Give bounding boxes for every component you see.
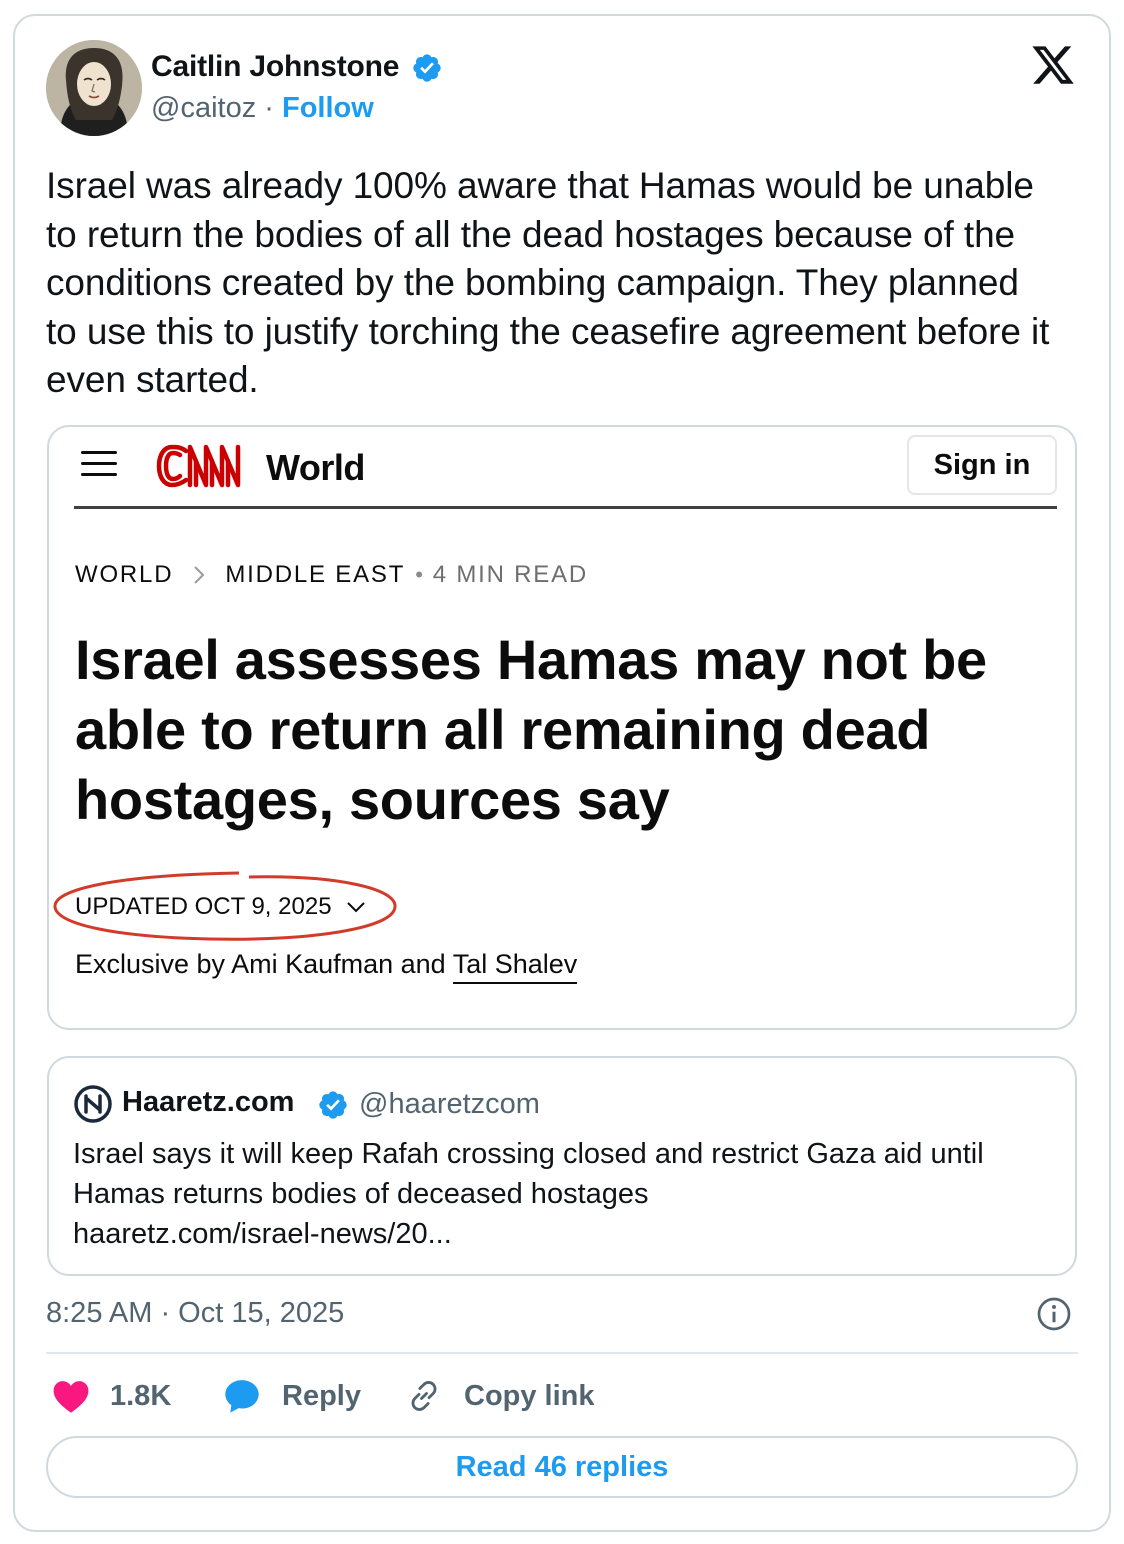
cnn-section-title: World [266, 447, 365, 488]
reply-bubble-icon [225, 1380, 259, 1413]
verified-badge-icon [319, 1091, 347, 1119]
chevron-right-icon [194, 566, 205, 584]
quoted-tweet-text: Israel says it will keep Rafah crossing … [73, 1134, 1053, 1254]
hamburger-menu-icon [81, 449, 119, 479]
quoted-tweet[interactable]: Haaretz.com @haaretzcom Israel says it w… [47, 1056, 1077, 1276]
author-handle[interactable]: @caitoz [151, 92, 256, 124]
verified-badge-icon [413, 54, 441, 82]
read-replies-button[interactable]: Read 46 replies [46, 1436, 1078, 1498]
tweet-timestamp[interactable]: 8:25 AM · Oct 15, 2025 [46, 1297, 344, 1330]
like-button[interactable]: 1.8K [52, 1372, 171, 1420]
quoted-text-line: Hamas returns bodies of deceased hostage… [73, 1178, 649, 1210]
sign-in-button: Sign in [907, 435, 1057, 495]
breadcrumb: WORLD MIDDLE EAST • 4 MIN READ [75, 561, 588, 589]
byline-author-link: Tal Shalev [452, 949, 578, 984]
quoted-text-line: Israel says it will keep Rafah crossing … [73, 1138, 984, 1170]
actions-divider [46, 1352, 1078, 1354]
heart-icon [53, 1381, 89, 1413]
tweet-actions: 1.8K Reply Copy link [46, 1372, 746, 1420]
chevron-down-icon [346, 902, 365, 913]
copy-link-button[interactable]: Copy link [404, 1372, 595, 1420]
updated-label: UPDATED OCT 9, 2025 [75, 893, 332, 920]
follow-button[interactable]: Follow [282, 92, 374, 124]
read-time: 4 MIN READ [432, 561, 589, 588]
haaretz-logo-icon [74, 1085, 112, 1123]
reply-button[interactable]: Reply [222, 1372, 361, 1420]
reply-label: Reply [282, 1379, 361, 1412]
breadcrumb-world: WORLD [75, 561, 174, 588]
quoted-author-name: Haaretz.com [122, 1086, 295, 1118]
quoted-author-handle: @haaretzcom [359, 1088, 540, 1120]
x-logo-icon[interactable] [1030, 42, 1076, 88]
author-handle-row: @caitoz · Follow [151, 92, 374, 125]
byline-prefix: Exclusive by Ami Kaufman and [75, 949, 453, 979]
article-headline: Israel assesses Hamas may not be able to… [75, 628, 987, 831]
breadcrumb-dot: • [415, 562, 425, 587]
embedded-article-image[interactable]: World Sign in WORLD MIDDLE EAST • 4 MIN … [47, 425, 1077, 1030]
updated-date: UPDATED OCT 9, 2025 [75, 893, 366, 921]
author-name[interactable]: Caitlin Johnstone [151, 50, 399, 84]
handle-separator: · [264, 92, 274, 124]
copy-link-label: Copy link [464, 1379, 595, 1412]
header-divider [74, 506, 1057, 509]
breadcrumb-middle-east: MIDDLE EAST [225, 561, 406, 588]
link-icon [411, 1381, 437, 1411]
info-icon[interactable] [1036, 1296, 1072, 1332]
like-count: 1.8K [110, 1379, 172, 1412]
cnn-logo [156, 444, 241, 488]
avatar-portrait-icon [46, 40, 142, 136]
quoted-link[interactable]: haaretz.com/israel-news/20... [73, 1214, 1053, 1254]
article-byline: Exclusive by Ami Kaufman and Tal Shalev [75, 949, 578, 984]
author-avatar[interactable] [46, 40, 142, 136]
tweet-text: Israel was already 100% aware that Hamas… [46, 165, 1050, 400]
